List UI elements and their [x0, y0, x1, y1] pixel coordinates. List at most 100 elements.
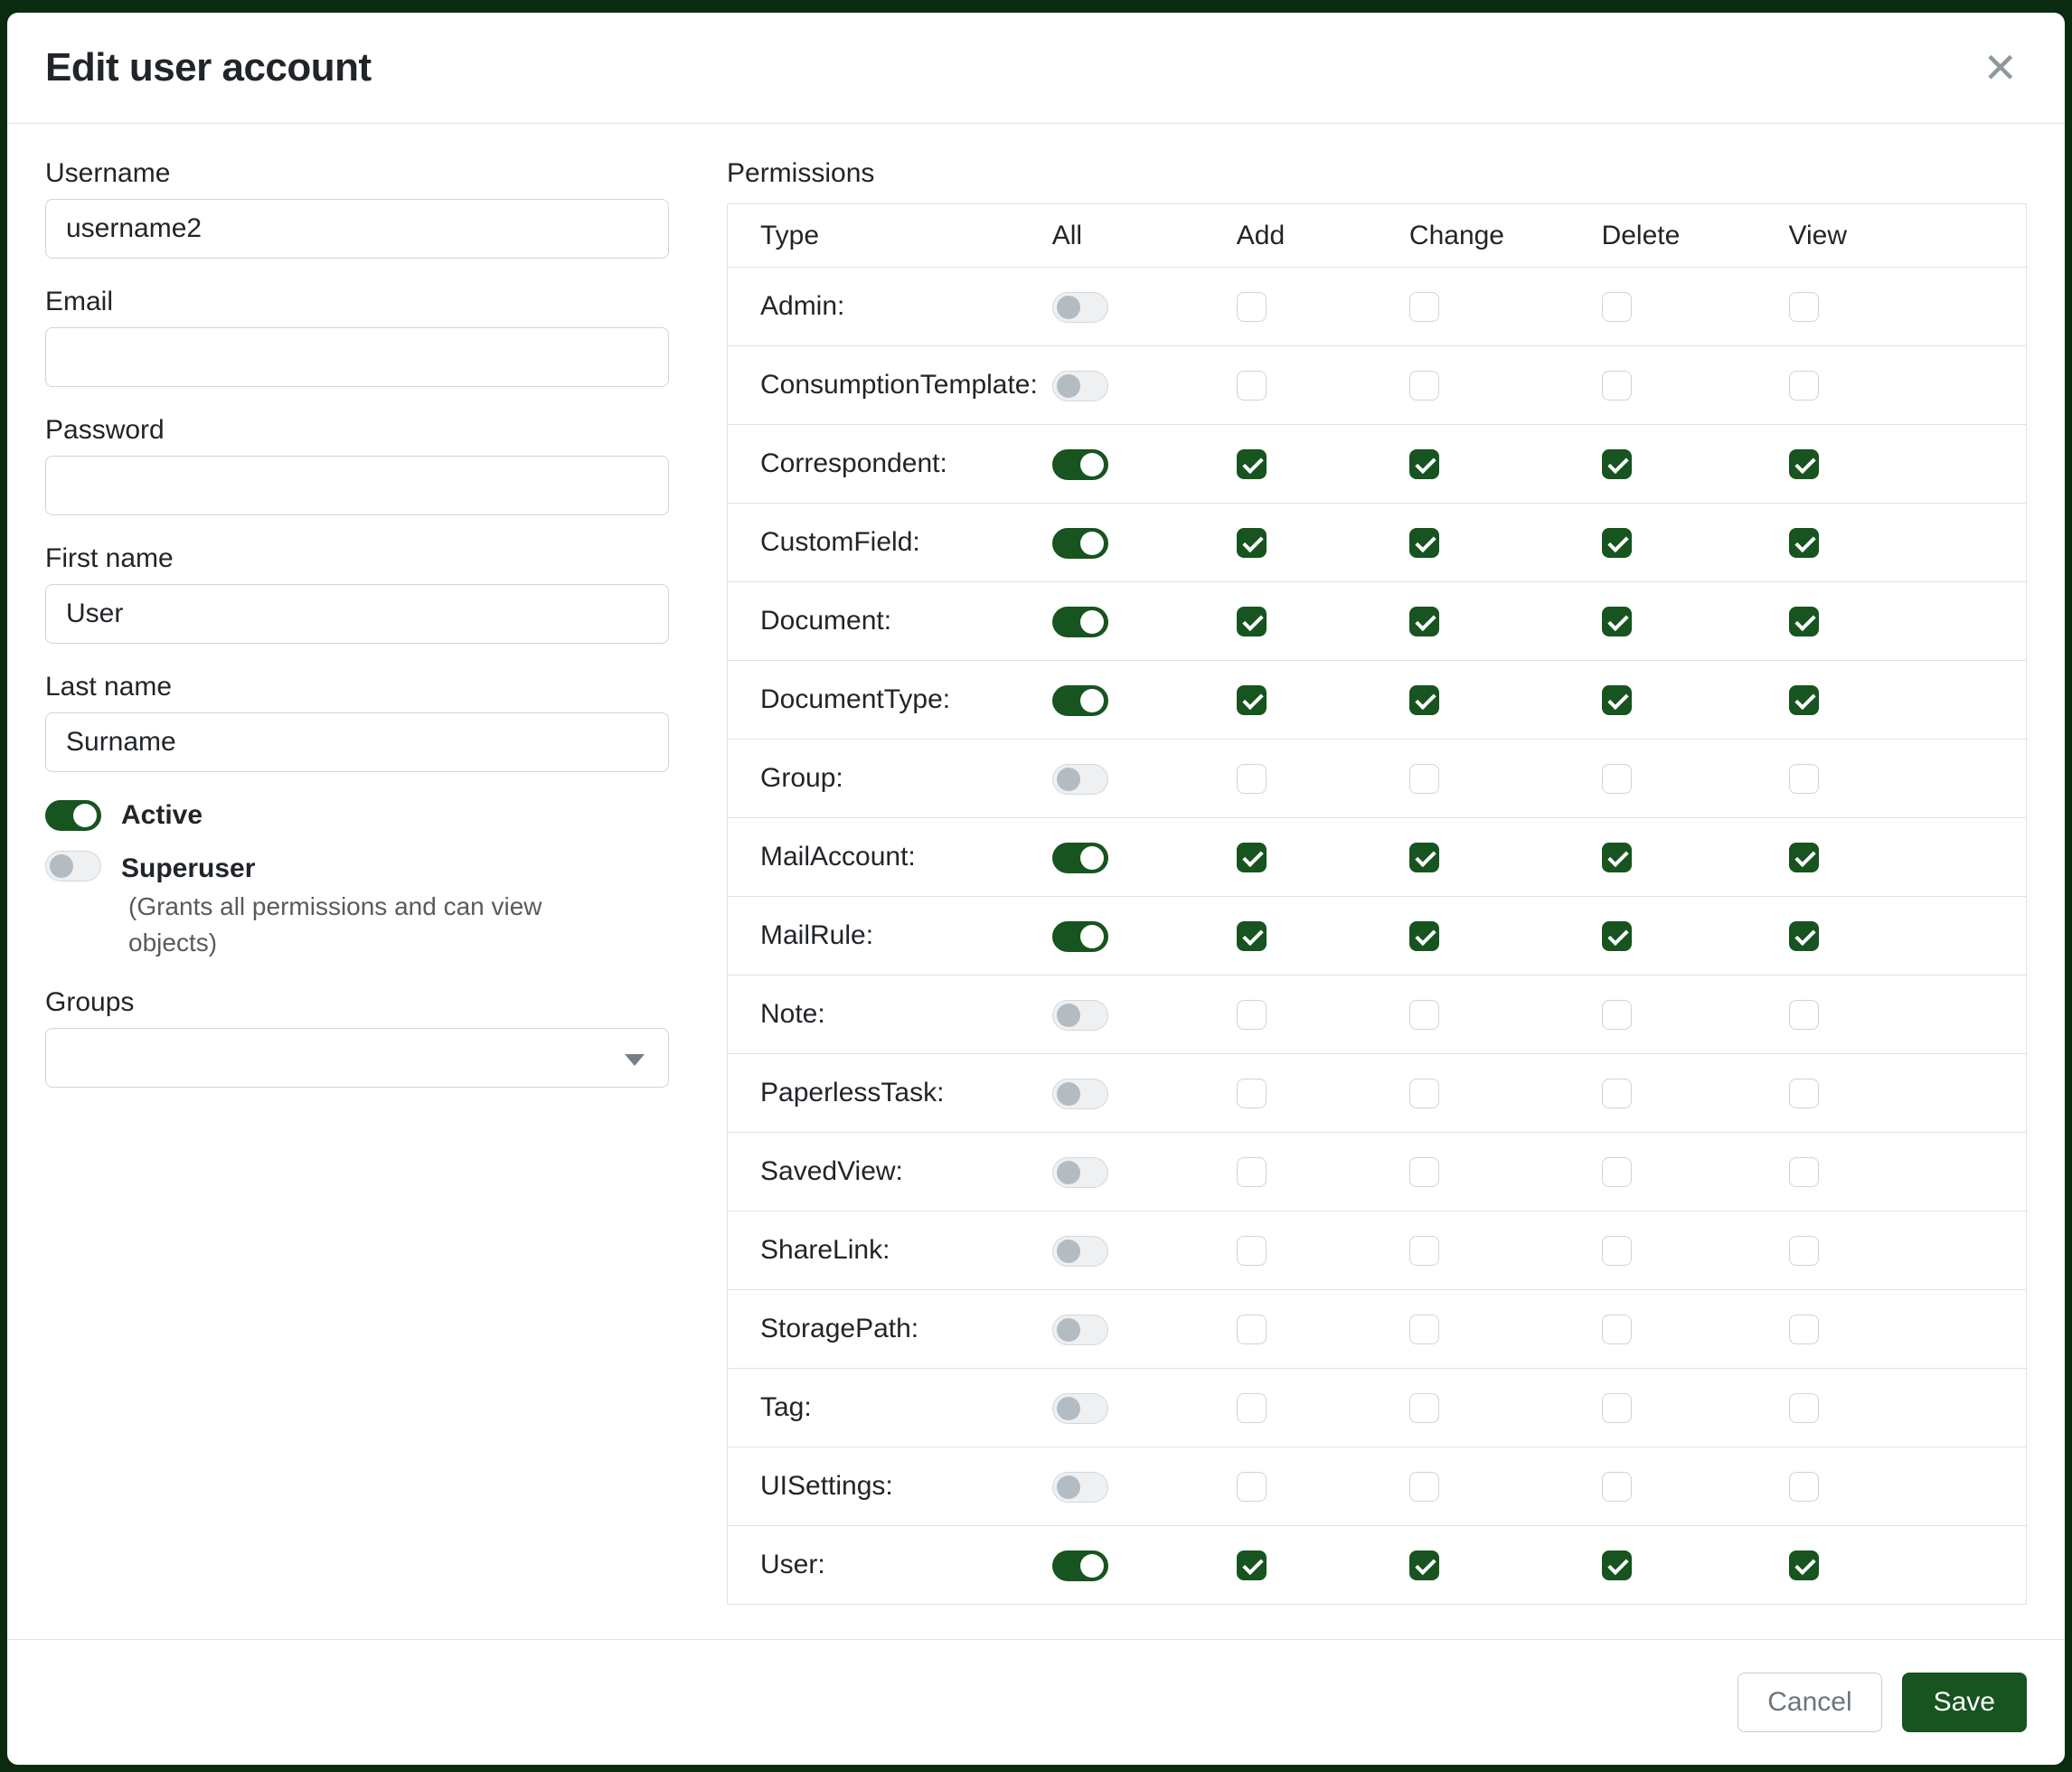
first-name-input[interactable] — [45, 584, 669, 644]
permission-delete-checkbox[interactable] — [1602, 449, 1632, 479]
permission-view-checkbox[interactable] — [1789, 371, 1819, 401]
permission-delete-checkbox[interactable] — [1602, 921, 1632, 951]
permission-all-toggle[interactable] — [1052, 607, 1108, 637]
permission-view-checkbox[interactable] — [1789, 292, 1819, 322]
permission-view-checkbox[interactable] — [1789, 1236, 1819, 1266]
permission-add-checkbox[interactable] — [1237, 1236, 1267, 1266]
permission-add-checkbox[interactable] — [1237, 1000, 1267, 1030]
permission-view-checkbox[interactable] — [1789, 1393, 1819, 1423]
permission-view-checkbox[interactable] — [1789, 1550, 1819, 1580]
permission-add-checkbox[interactable] — [1237, 371, 1267, 401]
permission-view-checkbox[interactable] — [1789, 764, 1819, 794]
permission-delete-checkbox[interactable] — [1602, 685, 1632, 715]
permission-add-checkbox[interactable] — [1237, 528, 1267, 558]
save-button[interactable]: Save — [1902, 1673, 2027, 1732]
permission-add-checkbox[interactable] — [1237, 764, 1267, 794]
permission-all-toggle[interactable] — [1052, 528, 1108, 559]
permission-view-checkbox[interactable] — [1789, 1157, 1819, 1187]
permission-all-toggle[interactable] — [1052, 1315, 1108, 1345]
permission-delete-checkbox[interactable] — [1602, 292, 1632, 322]
permission-change-checkbox[interactable] — [1409, 921, 1439, 951]
permission-all-toggle[interactable] — [1052, 921, 1108, 952]
permission-add-checkbox[interactable] — [1237, 1472, 1267, 1502]
permission-delete-checkbox[interactable] — [1602, 1550, 1632, 1580]
close-icon[interactable]: ✕ — [1973, 42, 2027, 94]
permission-all-toggle[interactable] — [1052, 685, 1108, 716]
permission-change-checkbox[interactable] — [1409, 1393, 1439, 1423]
permission-add-checkbox[interactable] — [1237, 1157, 1267, 1187]
permission-change-checkbox[interactable] — [1409, 1315, 1439, 1344]
cancel-button[interactable]: Cancel — [1738, 1673, 1881, 1732]
permission-view-checkbox[interactable] — [1789, 1315, 1819, 1344]
password-input[interactable] — [45, 456, 669, 515]
permission-add-checkbox[interactable] — [1237, 921, 1267, 951]
permission-row: DocumentType: — [728, 661, 2027, 740]
permission-all-toggle[interactable] — [1052, 1157, 1108, 1188]
permission-change-checkbox[interactable] — [1409, 371, 1439, 401]
permission-delete-checkbox[interactable] — [1602, 607, 1632, 636]
toggle-knob — [1057, 296, 1080, 319]
permission-view-checkbox[interactable] — [1789, 843, 1819, 872]
permission-add-checkbox[interactable] — [1237, 685, 1267, 715]
permission-all-toggle[interactable] — [1052, 1393, 1108, 1424]
permission-change-checkbox[interactable] — [1409, 843, 1439, 872]
permission-change-checkbox[interactable] — [1409, 685, 1439, 715]
permission-change-checkbox[interactable] — [1409, 1236, 1439, 1266]
permission-change-checkbox[interactable] — [1409, 1472, 1439, 1502]
permission-change-checkbox[interactable] — [1409, 449, 1439, 479]
active-toggle[interactable] — [45, 800, 101, 831]
permission-change-checkbox[interactable] — [1409, 764, 1439, 794]
permission-all-toggle[interactable] — [1052, 1550, 1108, 1581]
permission-all-toggle[interactable] — [1052, 764, 1108, 795]
username-input[interactable] — [45, 199, 669, 259]
permission-change-checkbox[interactable] — [1409, 1079, 1439, 1108]
permission-change-checkbox[interactable] — [1409, 1157, 1439, 1187]
permission-view-checkbox[interactable] — [1789, 528, 1819, 558]
permission-view-checkbox[interactable] — [1789, 1000, 1819, 1030]
permission-all-toggle[interactable] — [1052, 449, 1108, 480]
permission-delete-checkbox[interactable] — [1602, 1000, 1632, 1030]
permission-delete-checkbox[interactable] — [1602, 843, 1632, 872]
permission-delete-checkbox[interactable] — [1602, 528, 1632, 558]
toggle-knob — [1080, 689, 1104, 712]
permission-add-checkbox[interactable] — [1237, 1393, 1267, 1423]
permission-view-checkbox[interactable] — [1789, 921, 1819, 951]
permission-all-toggle[interactable] — [1052, 1236, 1108, 1267]
permission-view-checkbox[interactable] — [1789, 607, 1819, 636]
permission-add-checkbox[interactable] — [1237, 1550, 1267, 1580]
permission-view-checkbox[interactable] — [1789, 1472, 1819, 1502]
permission-add-checkbox[interactable] — [1237, 607, 1267, 636]
permission-change-checkbox[interactable] — [1409, 1000, 1439, 1030]
permission-add-checkbox[interactable] — [1237, 1315, 1267, 1344]
permission-delete-checkbox[interactable] — [1602, 1393, 1632, 1423]
permission-change-checkbox[interactable] — [1409, 607, 1439, 636]
permission-add-checkbox[interactable] — [1237, 843, 1267, 872]
permission-delete-checkbox[interactable] — [1602, 371, 1632, 401]
permission-all-toggle[interactable] — [1052, 1000, 1108, 1031]
permission-change-checkbox[interactable] — [1409, 528, 1439, 558]
permission-add-checkbox[interactable] — [1237, 292, 1267, 322]
permission-view-checkbox[interactable] — [1789, 449, 1819, 479]
permission-delete-checkbox[interactable] — [1602, 1472, 1632, 1502]
permission-delete-checkbox[interactable] — [1602, 764, 1632, 794]
groups-select[interactable] — [45, 1028, 669, 1088]
permission-delete-checkbox[interactable] — [1602, 1236, 1632, 1266]
superuser-toggle[interactable] — [45, 851, 101, 881]
email-input[interactable] — [45, 327, 669, 387]
permission-all-toggle[interactable] — [1052, 1079, 1108, 1109]
permission-delete-checkbox[interactable] — [1602, 1315, 1632, 1344]
permission-all-toggle[interactable] — [1052, 843, 1108, 873]
last-name-input[interactable] — [45, 712, 669, 772]
permission-all-toggle[interactable] — [1052, 292, 1108, 323]
permission-add-checkbox[interactable] — [1237, 1079, 1267, 1108]
permission-all-toggle[interactable] — [1052, 371, 1108, 401]
permission-add-checkbox[interactable] — [1237, 449, 1267, 479]
permission-change-checkbox[interactable] — [1409, 292, 1439, 322]
permission-change-checkbox[interactable] — [1409, 1550, 1439, 1580]
permission-delete-checkbox[interactable] — [1602, 1079, 1632, 1108]
permissions-label: Permissions — [727, 158, 2027, 189]
permission-all-toggle[interactable] — [1052, 1472, 1108, 1503]
permission-view-checkbox[interactable] — [1789, 685, 1819, 715]
permission-delete-checkbox[interactable] — [1602, 1157, 1632, 1187]
permission-view-checkbox[interactable] — [1789, 1079, 1819, 1108]
